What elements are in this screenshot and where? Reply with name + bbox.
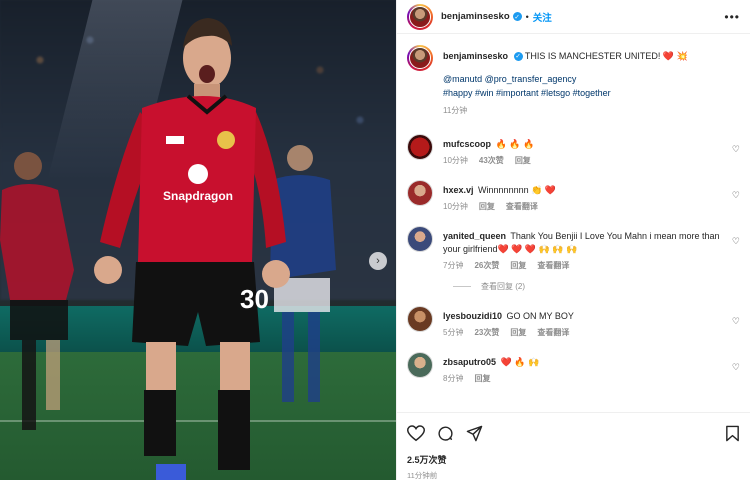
shirt-number-text: 30 [240,284,269,314]
post-photo[interactable]: Snapdragon 30 › [0,0,396,480]
share-paper-plane-icon[interactable] [466,425,483,442]
reply-button[interactable]: 回复 [515,155,531,166]
more-options-icon[interactable]: ••• [724,10,740,24]
author-username[interactable]: benjaminsesko [441,11,510,22]
caption-verified-badge-icon: ✓ [513,52,523,62]
comment-item: lyesbouzidi10 GO ON MY BOY 5分钟 23次赞 回复 查… [407,306,740,338]
follow-button[interactable]: 关注 [533,10,552,24]
next-image-arrow-icon[interactable]: › [369,252,387,270]
save-bookmark-icon[interactable] [725,425,740,442]
post-actions-bar [407,423,740,443]
like-comment-heart-icon[interactable]: ♡ [732,144,740,155]
comment-time: 5分钟 [443,328,464,337]
commenter-avatar[interactable] [407,134,433,160]
comment-text: GO ON MY BOY [506,311,574,321]
caption-mentions[interactable]: @manutd @pro_transfer_agency [443,73,740,85]
comment-text: ❤️ 🔥 🙌 [500,357,540,367]
post-header: benjaminsesko ✓ • 关注 ••• [397,0,750,34]
comment-item: zbsaputro05 ❤️ 🔥 🙌 8分钟 回复 ♡ [407,352,740,384]
comment-item: yanited_queen Thank You Benjii I Love Yo… [407,226,740,271]
comments-scroll-area[interactable]: benjaminsesko ✓ THIS IS MANCHESTER UNITE… [397,35,750,412]
post-timestamp[interactable]: 11分钟前 [407,470,740,480]
reply-button[interactable]: 回复 [479,201,495,212]
author-avatar[interactable] [407,3,433,30]
commenter-avatar[interactable] [407,306,433,332]
reply-button[interactable]: 回复 [510,327,526,338]
see-translation-button[interactable]: 查看翻译 [537,260,569,271]
post-side-panel: benjaminsesko ✓ • 关注 ••• benjaminsesko ✓… [396,0,750,480]
commenter-username[interactable]: hxex.vj [443,185,474,195]
caption-text: THIS IS MANCHESTER UNITED! [524,51,663,61]
caption-username[interactable]: benjaminsesko [443,51,508,61]
view-replies-button[interactable]: 查看回复 (2) [453,281,740,292]
reply-button[interactable]: 回复 [474,373,490,384]
commenter-username[interactable]: yanited_queen [443,231,506,241]
like-comment-heart-icon[interactable]: ♡ [732,316,740,327]
background-teammate-figure [0,152,74,430]
comment-likes-count[interactable]: 26次赞 [474,260,499,271]
see-translation-button[interactable]: 查看翻译 [506,201,538,212]
caption-author-avatar[interactable] [407,45,433,71]
commenter-avatar[interactable] [407,226,433,252]
comment-time: 8分钟 [443,374,464,383]
comment-item: hxex.vj Winnnnnnnn 👏 ❤️ 10分钟 回复 查看翻译 ♡ [407,180,740,212]
like-comment-heart-icon[interactable]: ♡ [732,190,740,201]
caption-hashtags[interactable]: #happy #win #important #letsgo #together [443,87,740,99]
commenter-username[interactable]: zbsaputro05 [443,357,496,367]
instagram-post-modal: Snapdragon 30 › benjaminsesko ✓ • 关注 ••• [0,0,750,480]
post-footer: 2.5万次赞 11分钟前 [397,412,750,480]
comment-time: 10分钟 [443,202,468,211]
reply-button[interactable]: 回复 [510,260,526,271]
verified-badge-icon: ✓ [512,12,522,21]
shirt-sponsor-text: Snapdragon [163,189,233,203]
replies-divider-line [453,286,471,287]
like-comment-heart-icon[interactable]: ♡ [732,236,740,247]
comment-text: 🔥 🔥 🔥 [495,139,535,149]
celebrating-player-figure: Snapdragon 30 [94,18,290,480]
like-heart-icon[interactable] [407,424,425,442]
header-separator: • [525,11,529,22]
comment-text: Winnnnnnnn 👏 ❤️ [478,185,556,195]
comment-item: mufcscoop 🔥 🔥 🔥 10分钟 43次赞 回复 ♡ [407,134,740,166]
post-caption: benjaminsesko ✓ THIS IS MANCHESTER UNITE… [407,45,740,116]
see-translation-button[interactable]: 查看翻译 [537,327,569,338]
commenter-avatar[interactable] [407,180,433,206]
view-replies-label[interactable]: 查看回复 (2) [481,281,525,292]
comment-time: 10分钟 [443,156,468,165]
commenter-username[interactable]: mufcscoop [443,139,491,149]
post-likes-count[interactable]: 2.5万次赞 [407,453,740,466]
comment-bubble-icon[interactable] [437,425,454,442]
comment-time: 7分钟 [443,261,464,270]
commenter-avatar[interactable] [407,352,433,378]
comment-likes-count[interactable]: 23次赞 [474,327,499,338]
caption-time: 11分钟 [443,106,468,115]
commenter-username[interactable]: lyesbouzidi10 [443,311,502,321]
like-comment-heart-icon[interactable]: ♡ [732,362,740,373]
caption-emoji: ❤️ 💥 [662,51,688,61]
comment-likes-count[interactable]: 43次赞 [479,155,504,166]
